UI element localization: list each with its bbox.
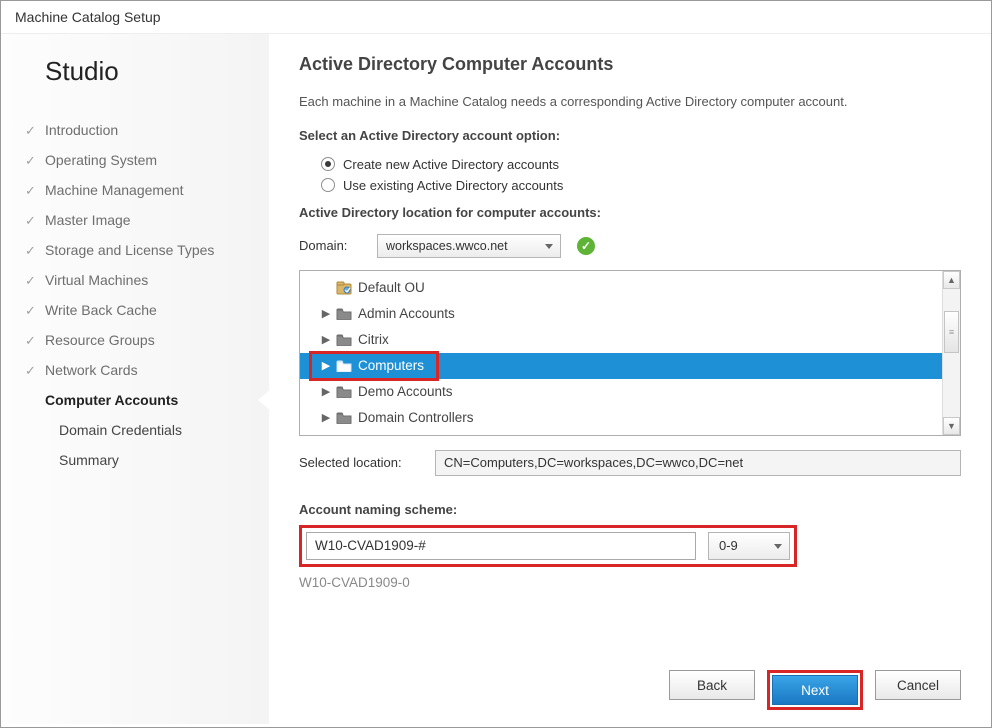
tree-node-domain-controllers[interactable]: ▶ Domain Controllers xyxy=(300,405,942,431)
ou-tree: Default OU ▶ Admin Accounts ▶ Citrix ▶ Compute… xyxy=(299,270,961,436)
content-area: Studio IntroductionOperating SystemMachi… xyxy=(1,34,991,724)
tree-node-demo-accounts[interactable]: ▶ Demo Accounts xyxy=(300,379,942,405)
radio-label: Create new Active Directory accounts xyxy=(343,157,559,172)
tree-node-label: Admin Accounts xyxy=(358,306,455,321)
highlight-box-naming: W10-CVAD1909-# 0-9 xyxy=(299,525,797,567)
naming-type-dropdown[interactable]: 0-9 xyxy=(708,532,790,560)
wizard-step-write-back-cache[interactable]: Write Back Cache xyxy=(1,295,269,325)
back-button[interactable]: Back xyxy=(669,670,755,700)
scroll-down-icon[interactable]: ▼ xyxy=(943,417,960,435)
account-option-heading: Select an Active Directory account optio… xyxy=(299,128,961,143)
main-panel: Active Directory Computer Accounts Each … xyxy=(269,34,991,724)
selected-location-row: Selected location: CN=Computers,DC=works… xyxy=(299,450,961,476)
tree-node-computers[interactable]: ▶ Computers xyxy=(300,353,942,379)
wizard-steps-list: IntroductionOperating SystemMachine Mana… xyxy=(1,115,269,475)
folder-icon xyxy=(336,385,352,398)
wizard-step-summary[interactable]: Summary xyxy=(1,445,269,475)
naming-type-value: 0-9 xyxy=(719,538,738,553)
tree-scrollbar[interactable]: ▲ ▼ xyxy=(942,271,960,435)
naming-scheme-input[interactable]: W10-CVAD1909-# xyxy=(306,532,696,560)
expander-icon[interactable]: ▶ xyxy=(320,385,332,398)
expander-icon[interactable]: ▶ xyxy=(320,359,332,372)
scroll-up-icon[interactable]: ▲ xyxy=(943,271,960,289)
sidebar: Studio IntroductionOperating SystemMachi… xyxy=(1,34,269,724)
scroll-thumb[interactable] xyxy=(944,311,959,353)
wizard-step-storage-and-license-types[interactable]: Storage and License Types xyxy=(1,235,269,265)
tree-node-admin-accounts[interactable]: ▶ Admin Accounts xyxy=(300,301,942,327)
selected-location-value: CN=Computers,DC=workspaces,DC=wwco,DC=ne… xyxy=(444,455,743,470)
domain-value: workspaces.wwco.net xyxy=(386,239,508,253)
wizard-step-master-image[interactable]: Master Image xyxy=(1,205,269,235)
tree-node-label: Domain Controllers xyxy=(358,410,474,425)
naming-scheme-label: Account naming scheme: xyxy=(299,502,961,517)
selected-location-field: CN=Computers,DC=workspaces,DC=wwco,DC=ne… xyxy=(435,450,961,476)
naming-preview: W10-CVAD1909-0 xyxy=(299,575,961,590)
wizard-step-introduction[interactable]: Introduction xyxy=(1,115,269,145)
wizard-step-computer-accounts[interactable]: Computer Accounts xyxy=(1,385,269,415)
page-title: Active Directory Computer Accounts xyxy=(299,54,961,75)
folder-icon xyxy=(336,411,352,424)
window-title: Machine Catalog Setup xyxy=(1,1,991,34)
domain-label: Domain: xyxy=(299,238,377,253)
folder-icon xyxy=(336,359,352,372)
radio-icon xyxy=(321,178,335,192)
tree-node-label: Citrix xyxy=(358,332,389,347)
expander-icon[interactable]: ▶ xyxy=(320,333,332,346)
account-option-radios: Create new Active Directory accounts Use… xyxy=(321,151,961,199)
tree-node-label: Computers xyxy=(358,358,424,373)
highlight-box-next: Next xyxy=(767,670,863,710)
selected-location-label: Selected location: xyxy=(299,455,435,470)
radio-icon xyxy=(321,157,335,171)
next-button[interactable]: Next xyxy=(772,675,858,705)
radio-label: Use existing Active Directory accounts xyxy=(343,178,563,193)
folder-icon xyxy=(336,307,352,320)
radio-create-new[interactable]: Create new Active Directory accounts xyxy=(321,157,961,172)
wizard-step-network-cards[interactable]: Network Cards xyxy=(1,355,269,385)
domain-dropdown[interactable]: workspaces.wwco.net xyxy=(377,234,561,258)
cancel-button[interactable]: Cancel xyxy=(875,670,961,700)
tree-node-label: Demo Accounts xyxy=(358,384,453,399)
wizard-buttons: Back Next Cancel xyxy=(299,656,961,710)
expander-icon[interactable]: ▶ xyxy=(320,411,332,424)
wizard-step-resource-groups[interactable]: Resource Groups xyxy=(1,325,269,355)
check-ok-icon: ✓ xyxy=(577,237,595,255)
wizard-step-machine-management[interactable]: Machine Management xyxy=(1,175,269,205)
sidebar-heading: Studio xyxy=(1,56,269,115)
radio-use-existing[interactable]: Use existing Active Directory accounts xyxy=(321,178,961,193)
ou-icon xyxy=(336,281,352,295)
expander-icon[interactable]: ▶ xyxy=(320,307,332,320)
wizard-step-domain-credentials[interactable]: Domain Credentials xyxy=(1,415,269,445)
domain-row: Domain: workspaces.wwco.net ✓ xyxy=(299,234,961,258)
intro-text: Each machine in a Machine Catalog needs … xyxy=(299,93,961,112)
naming-scheme-value: W10-CVAD1909-# xyxy=(315,538,426,553)
tree-node-default-ou[interactable]: Default OU xyxy=(300,275,942,301)
tree-node-label: Default OU xyxy=(358,280,425,295)
ad-location-heading: Active Directory location for computer a… xyxy=(299,205,961,220)
tree-node-citrix[interactable]: ▶ Citrix xyxy=(300,327,942,353)
wizard-step-operating-system[interactable]: Operating System xyxy=(1,145,269,175)
naming-scheme-section: Account naming scheme: W10-CVAD1909-# 0-… xyxy=(299,496,961,590)
scroll-track[interactable] xyxy=(943,289,960,417)
wizard-step-virtual-machines[interactable]: Virtual Machines xyxy=(1,265,269,295)
folder-icon xyxy=(336,333,352,346)
